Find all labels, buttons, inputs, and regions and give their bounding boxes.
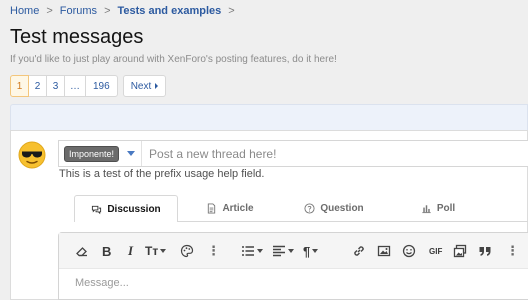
- next-page-button[interactable]: Next: [122, 75, 167, 97]
- media-icon[interactable]: [453, 243, 467, 259]
- message-placeholder[interactable]: Message...: [75, 277, 129, 289]
- page-title: Test messages: [10, 26, 144, 48]
- question-icon: [304, 202, 315, 214]
- chevron-down-icon: [288, 249, 294, 253]
- page-link-2[interactable]: 2: [28, 75, 47, 97]
- breadcrumb-forums[interactable]: Forums: [60, 5, 97, 17]
- eraser-icon[interactable]: [75, 243, 89, 259]
- tab-label: Article: [222, 202, 254, 214]
- bold-icon[interactable]: B: [102, 243, 111, 259]
- breadcrumb: Home > Forums > Tests and examples >: [10, 5, 242, 17]
- paragraph-icon[interactable]: ¶: [303, 243, 319, 259]
- breadcrumb-home[interactable]: Home: [10, 5, 39, 17]
- breadcrumb-tests-and-examples[interactable]: Tests and examples: [118, 5, 222, 17]
- font-size-icon[interactable]: Tт: [145, 243, 167, 259]
- chevron-down-icon: [127, 151, 136, 156]
- message-editor: B I Tт ⋮ ¶ GIF ⋮ Message...: [58, 232, 528, 300]
- prefix-help-text: This is a test of the prefix usage help …: [59, 168, 265, 180]
- list-icon[interactable]: [241, 243, 263, 259]
- page-jump-ellipsis[interactable]: …: [64, 75, 86, 97]
- thread-title-input[interactable]: [141, 141, 528, 166]
- tab-label: Discussion: [107, 203, 161, 215]
- page-description: If you'd like to just play around with X…: [10, 54, 337, 65]
- page-link-1[interactable]: 1: [10, 75, 29, 97]
- tab-label: Poll: [436, 202, 456, 214]
- quote-icon[interactable]: [478, 243, 492, 259]
- block-header: [10, 104, 528, 130]
- gif-icon[interactable]: GIF: [429, 243, 442, 259]
- article-icon: [208, 202, 216, 214]
- palette-icon[interactable]: [180, 243, 194, 259]
- chevron-down-icon: [312, 249, 319, 253]
- poll-icon: [422, 204, 431, 213]
- align-icon[interactable]: [272, 243, 294, 259]
- more-vertical-icon[interactable]: ⋮: [207, 243, 220, 259]
- thread-type-tabs: Discussion Article Question Poll: [74, 195, 528, 222]
- tab-article[interactable]: Article: [178, 195, 282, 221]
- chevron-down-icon: [257, 249, 263, 253]
- smilie-icon[interactable]: [402, 243, 416, 259]
- font-size-glyph: Tт: [145, 244, 159, 258]
- breadcrumb-separator: >: [104, 5, 111, 17]
- tab-label: Question: [320, 202, 364, 214]
- thread-title-field: Imponente!: [58, 140, 528, 167]
- next-arrow-icon: [155, 83, 159, 89]
- paragraph-glyph: ¶: [303, 243, 311, 259]
- italic-icon[interactable]: I: [128, 243, 133, 259]
- next-page-label: Next: [130, 80, 152, 92]
- page-nav-pages: 1 2 3 … 196: [10, 75, 118, 97]
- more-vertical-icon[interactable]: ⋮: [506, 243, 519, 259]
- breadcrumb-separator: >: [46, 5, 53, 17]
- prefix-label: Imponente!: [64, 145, 120, 162]
- link-icon[interactable]: [352, 243, 366, 259]
- discussion-icon: [92, 205, 102, 214]
- breadcrumb-separator: >: [228, 5, 235, 17]
- prefix-select[interactable]: Imponente!: [59, 141, 141, 166]
- page-link-196[interactable]: 196: [85, 75, 118, 97]
- tab-poll[interactable]: Poll: [386, 195, 490, 221]
- tab-question[interactable]: Question: [282, 195, 386, 221]
- editor-toolbar: B I Tт ⋮ ¶ GIF ⋮: [59, 233, 528, 269]
- page-link-3[interactable]: 3: [46, 75, 65, 97]
- page-nav: 1 2 3 … 196 Next: [10, 75, 167, 97]
- chevron-down-icon: [160, 249, 167, 253]
- image-icon[interactable]: [377, 243, 391, 259]
- tab-discussion[interactable]: Discussion: [74, 195, 178, 222]
- avatar[interactable]: [18, 141, 46, 169]
